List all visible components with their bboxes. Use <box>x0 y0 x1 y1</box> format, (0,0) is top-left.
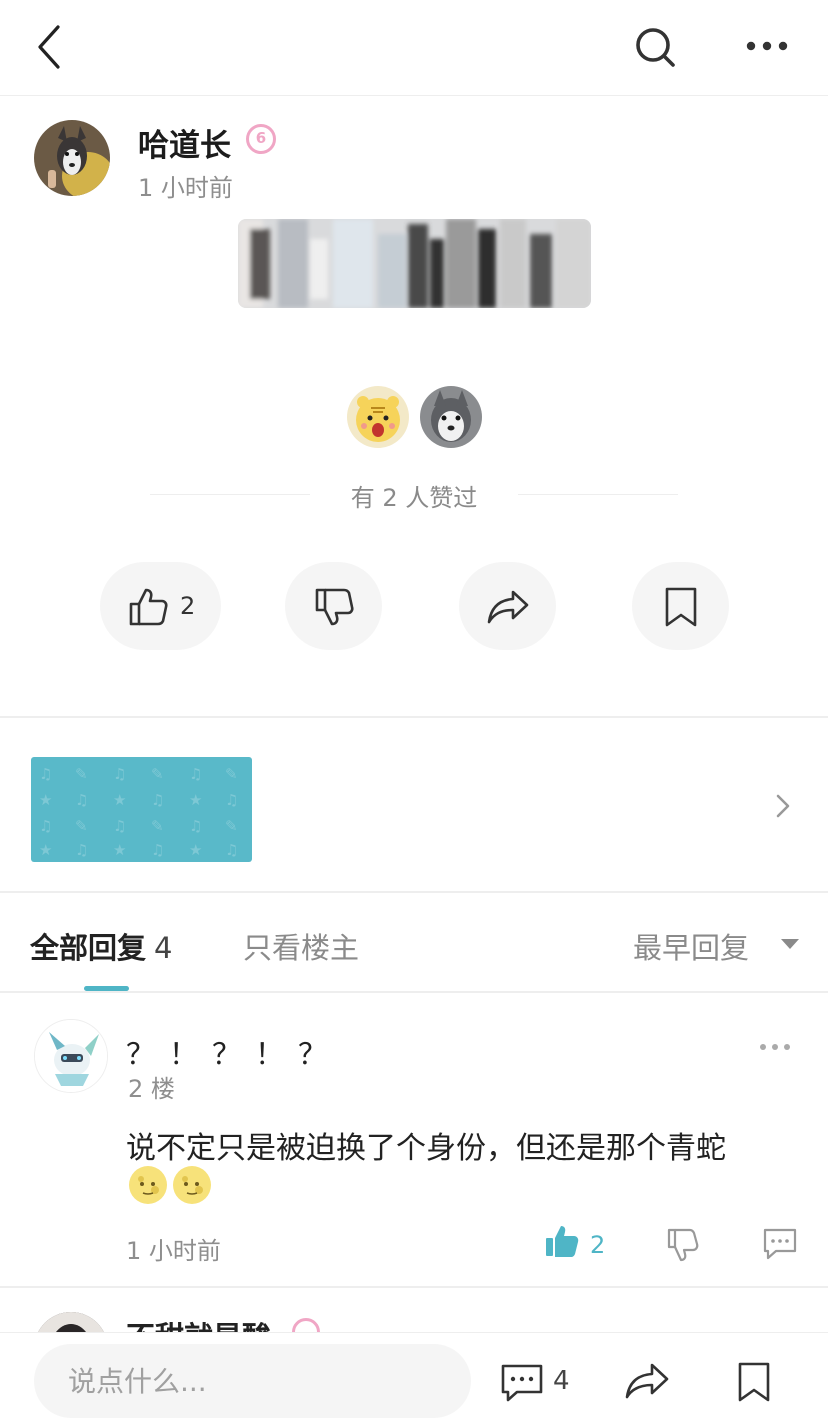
bottom-bar: 4 <box>0 1332 828 1428</box>
like-button[interactable]: 2 <box>100 562 221 650</box>
comment-like-count: 2 <box>590 1231 606 1259</box>
comment-item: 不甜就是酸 <box>0 1286 828 1334</box>
comment-like-button[interactable]: 2 <box>544 1223 624 1263</box>
bookmark-icon[interactable] <box>736 1361 772 1403</box>
moon-face-emoji <box>173 1166 211 1204</box>
more-horizontal-icon[interactable] <box>742 30 792 62</box>
tab-all-label: 全部回复 <box>30 931 147 965</box>
tab-all-replies[interactable]: 全部回复 4 <box>30 925 172 967</box>
post-image[interactable] <box>238 219 591 308</box>
liker-avatar[interactable] <box>347 386 409 448</box>
promo-row[interactable]: ♫ ✎ ♫ ✎ ♫ ✎ ★ ♫ ★ ♫ ★ ♫ ♫ ✎ ♫ ✎ ♫ ✎ ★ ♫ … <box>0 719 828 891</box>
thumbs-up-icon <box>129 588 168 626</box>
dislike-button[interactable] <box>285 562 382 650</box>
post-time: 1 小时前 <box>138 174 233 202</box>
share-icon[interactable] <box>624 1361 670 1401</box>
post-header: 哈道长 6 1 小时前 <box>0 96 828 216</box>
moon-face-emoji <box>129 1166 167 1204</box>
sort-dropdown[interactable]: 最早回复 <box>633 925 749 967</box>
reply-icon[interactable] <box>762 1227 798 1261</box>
comment-input[interactable] <box>34 1344 471 1418</box>
thumbs-down-icon <box>315 588 354 626</box>
comment-text: 说不定只是被迫换了个身份，但还是那个青蛇 <box>126 1131 726 1166</box>
share-icon <box>487 590 529 624</box>
tab-owner-only[interactable]: 只看楼主 <box>243 925 359 967</box>
comment-item: ？！？！？ 2 楼 说不定只是被迫换了个身份，但还是那个青蛇 1 小时前 2 <box>0 995 828 1285</box>
liker-avatar[interactable] <box>420 386 482 448</box>
commenter-name[interactable]: 不甜就是酸 <box>126 1314 271 1334</box>
commenter-avatar[interactable] <box>34 1312 108 1334</box>
likers-avatars[interactable] <box>347 386 487 448</box>
author-name[interactable]: 哈道长 <box>138 120 231 165</box>
bookmark-button[interactable] <box>632 562 729 650</box>
floor-number: 2 楼 <box>128 1075 175 1103</box>
like-count: 2 <box>180 592 196 620</box>
search-icon[interactable] <box>632 24 678 70</box>
commenter-avatar[interactable] <box>34 1019 108 1093</box>
level-badge: 6 <box>246 124 276 154</box>
comment-count: 4 <box>553 1366 570 1396</box>
chevron-left-icon[interactable] <box>30 22 70 72</box>
section-divider <box>0 716 828 718</box>
thumbs-down-icon[interactable] <box>666 1227 700 1263</box>
promo-banner[interactable]: ♫ ✎ ♫ ✎ ♫ ✎ ★ ♫ ★ ♫ ★ ♫ ♫ ✎ ♫ ✎ ♫ ✎ ★ ♫ … <box>31 757 252 862</box>
divider <box>518 494 678 495</box>
thumbs-up-filled-icon <box>546 1226 579 1257</box>
tab-all-count: 4 <box>154 931 173 965</box>
comment-icon[interactable] <box>500 1363 544 1403</box>
reply-tabs: 全部回复 4 只看楼主 最早回复 <box>0 893 828 993</box>
comment-time: 1 小时前 <box>126 1237 221 1265</box>
share-button[interactable] <box>459 562 556 650</box>
chevron-right-icon[interactable] <box>772 791 794 821</box>
top-bar <box>0 0 828 96</box>
bookmark-icon <box>665 587 697 627</box>
more-horizontal-icon[interactable] <box>758 1041 792 1053</box>
author-avatar[interactable] <box>34 120 110 196</box>
liked-summary: 有 2 人赞过 <box>150 476 678 512</box>
liked-count-text: 有 2 人赞过 <box>350 484 478 512</box>
active-tab-indicator <box>84 986 129 991</box>
commenter-name[interactable]: ？！？！？ <box>126 1031 341 1073</box>
caret-down-icon[interactable] <box>781 939 799 949</box>
